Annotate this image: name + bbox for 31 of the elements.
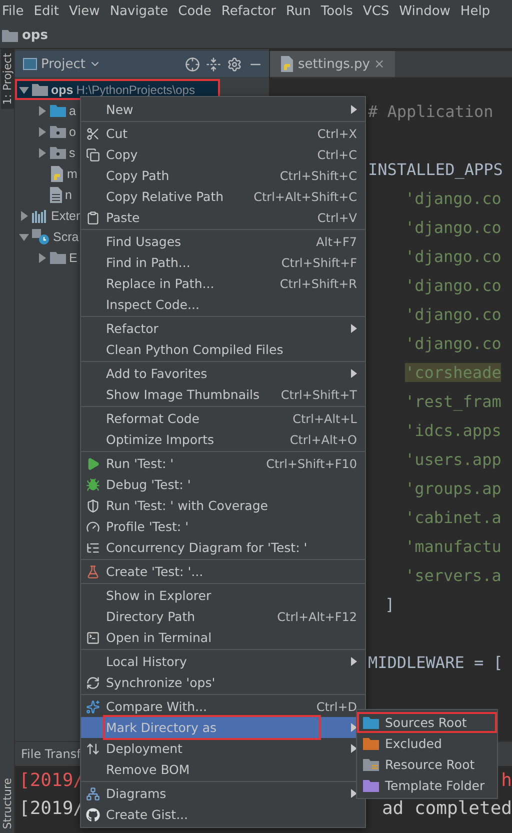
log-text: [2019/ xyxy=(19,770,84,790)
code-line: # Application xyxy=(368,102,494,121)
tree-item-label: Exter xyxy=(51,208,80,222)
code-line: 'django.co xyxy=(405,218,502,237)
log-text: ad completed xyxy=(382,798,512,818)
code-line: 'rest_fram xyxy=(405,392,502,411)
tree-item-label: m xyxy=(67,166,78,180)
code-line: 'django.co xyxy=(405,276,502,295)
project-path: H:\PythonProjects\ops xyxy=(76,82,195,96)
tree-item-label: a xyxy=(69,104,76,118)
log-text: [2019/ xyxy=(19,798,84,818)
tree-item-label: s xyxy=(69,146,76,160)
code-line: 'django.co xyxy=(405,247,502,266)
code-line: MIDDLEWARE = [ xyxy=(368,653,503,672)
code-line: 'manufactu xyxy=(405,537,502,556)
code-line: 'servers.a xyxy=(405,566,502,585)
code-line: INSTALLED_APPS xyxy=(368,160,503,179)
code-line: 'cabinet.a xyxy=(405,508,502,527)
log-text: h xyxy=(501,770,512,790)
tree-item-label: Scra xyxy=(53,230,79,244)
code-line: 'idcs.apps xyxy=(405,421,502,440)
code-line: ] xyxy=(385,595,395,614)
code-line: 'django.co xyxy=(405,305,502,324)
tree-item-label: ops xyxy=(51,82,74,96)
tree-item-label: n xyxy=(65,188,72,202)
tree-item-label: o xyxy=(69,124,76,138)
tree-item-label: E xyxy=(69,250,78,264)
code-line: 'django.co xyxy=(405,189,502,208)
code-line: 'users.app xyxy=(405,450,502,469)
code-line: 'groups.ap xyxy=(405,479,502,498)
code-line: 'django.co xyxy=(405,334,502,353)
